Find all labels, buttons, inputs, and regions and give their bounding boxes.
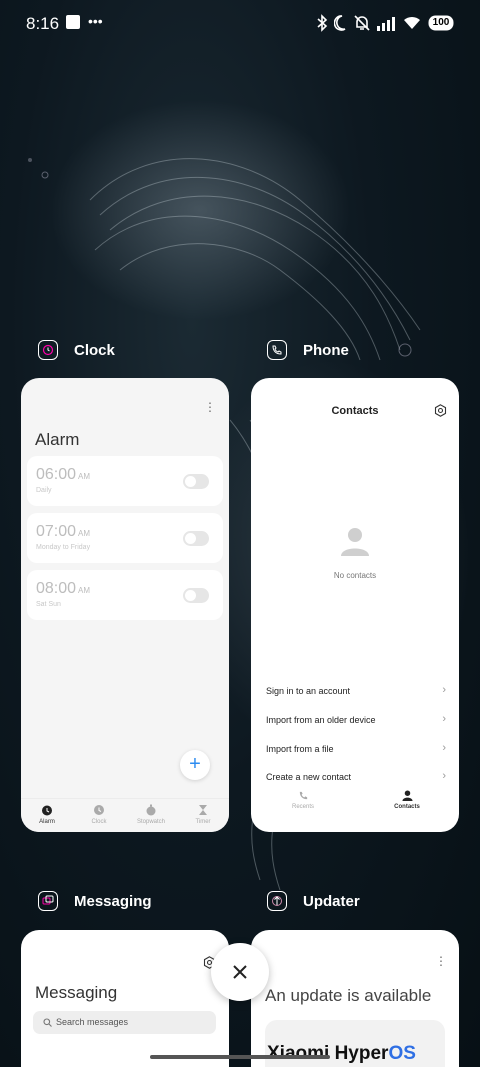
update-available-title: An update is available	[265, 986, 432, 1005]
home-indicator[interactable]	[150, 1055, 330, 1059]
clock-app-icon	[38, 340, 58, 360]
search-icon	[43, 1018, 52, 1027]
updater-card[interactable]: ⋮ An update is available Xiaomi HyperOS	[251, 930, 459, 1067]
hourglass-icon	[199, 805, 207, 815]
create-contact-row[interactable]: Create a new contact ›	[266, 770, 446, 782]
alarm-time: 07:00 AM	[36, 523, 91, 540]
signal-icon	[377, 15, 399, 36]
settings-gear-icon[interactable]	[434, 404, 447, 422]
more-vertical-icon[interactable]: ⋮	[435, 954, 447, 968]
chevron-right-icon: ›	[442, 713, 446, 725]
wifi-icon	[402, 14, 422, 35]
tab-timer[interactable]: Timer	[177, 799, 229, 832]
clock-card[interactable]: ⋮ Alarm 06:00 AM Daily 07:00 AM Monday to …	[21, 378, 229, 832]
chevron-right-icon: ›	[442, 770, 446, 782]
alarm-time: 08:00 AM	[36, 580, 91, 597]
phone-bottom-nav: Recents Contacts	[251, 788, 459, 818]
status-bar: 8:16 ••• 100	[0, 0, 480, 48]
alarm-repeat: Sat Sun	[36, 601, 61, 608]
notification-square-icon	[66, 15, 80, 34]
alarm-row[interactable]: 08:00 AM Sat Sun	[27, 570, 223, 620]
alarm-toggle[interactable]	[183, 474, 209, 489]
app-header-phone[interactable]: Phone	[267, 340, 349, 360]
updater-app-icon	[267, 891, 287, 911]
chevron-right-icon: ›	[442, 684, 446, 696]
clock-bottom-nav: Alarm Clock Stopwatch Timer	[21, 798, 229, 832]
tab-stopwatch[interactable]: Stopwatch	[125, 799, 177, 832]
more-vertical-icon[interactable]: ⋮	[204, 400, 216, 414]
clear-all-button[interactable]	[211, 943, 269, 1001]
messaging-app-icon	[38, 891, 58, 911]
import-older-device-row[interactable]: Import from an older device ›	[266, 713, 446, 725]
import-file-row[interactable]: Import from a file ›	[266, 742, 446, 754]
alarm-toggle[interactable]	[183, 588, 209, 603]
contacts-title: Contacts	[331, 405, 379, 417]
alarm-title: Alarm	[35, 430, 80, 449]
alarm-toggle[interactable]	[183, 531, 209, 546]
alarm-row[interactable]: 06:00 AM Daily	[27, 456, 223, 506]
stopwatch-icon	[146, 804, 156, 816]
alarm-repeat: Daily	[36, 487, 52, 494]
alarm-clock-icon	[42, 805, 52, 816]
tab-clock[interactable]: Clock	[73, 799, 125, 832]
status-time: 8:16	[26, 14, 60, 33]
app-name-clock: Clock	[74, 341, 115, 359]
add-alarm-button[interactable]: +	[180, 750, 210, 780]
hyperos-logo-text: Xiaomi HyperOS	[267, 1043, 416, 1064]
alarm-row[interactable]: 07:00 AM Monday to Friday	[27, 513, 223, 563]
clock-icon	[94, 805, 104, 815]
phone-card[interactable]: Contacts No contacts Sign in to an accou…	[251, 378, 459, 832]
chevron-right-icon: ›	[442, 742, 446, 754]
more-dots-icon: •••	[88, 13, 103, 29]
messaging-title: Messaging	[35, 983, 118, 1002]
app-header-updater[interactable]: Updater	[267, 891, 360, 911]
phone-app-icon	[267, 340, 287, 360]
tab-alarm[interactable]: Alarm	[21, 799, 73, 832]
sign-in-row[interactable]: Sign in to an account ›	[266, 684, 446, 696]
app-name-messaging: Messaging	[74, 892, 152, 910]
person-placeholder-icon	[340, 526, 370, 561]
search-messages-input[interactable]: Search messages	[33, 1011, 216, 1034]
messaging-card[interactable]: Messaging Search messages	[21, 930, 229, 1067]
app-name-updater: Updater	[303, 892, 360, 910]
empty-state-text: No contacts	[333, 571, 377, 580]
alarm-repeat: Monday to Friday	[36, 544, 91, 551]
moon-icon	[333, 14, 350, 37]
battery-level: 100	[432, 17, 450, 28]
person-icon	[401, 790, 413, 801]
close-icon	[233, 965, 247, 979]
app-name-phone: Phone	[303, 341, 349, 359]
tab-recents[interactable]: Recents	[251, 788, 355, 818]
tab-contacts[interactable]: Contacts	[355, 788, 459, 818]
alarm-time: 06:00 AM	[36, 466, 91, 483]
bluetooth-icon	[316, 14, 328, 37]
app-header-messaging[interactable]: Messaging	[38, 891, 152, 911]
phone-icon	[299, 791, 307, 800]
app-header-clock[interactable]: Clock	[38, 340, 115, 360]
bell-off-icon	[354, 14, 370, 37]
